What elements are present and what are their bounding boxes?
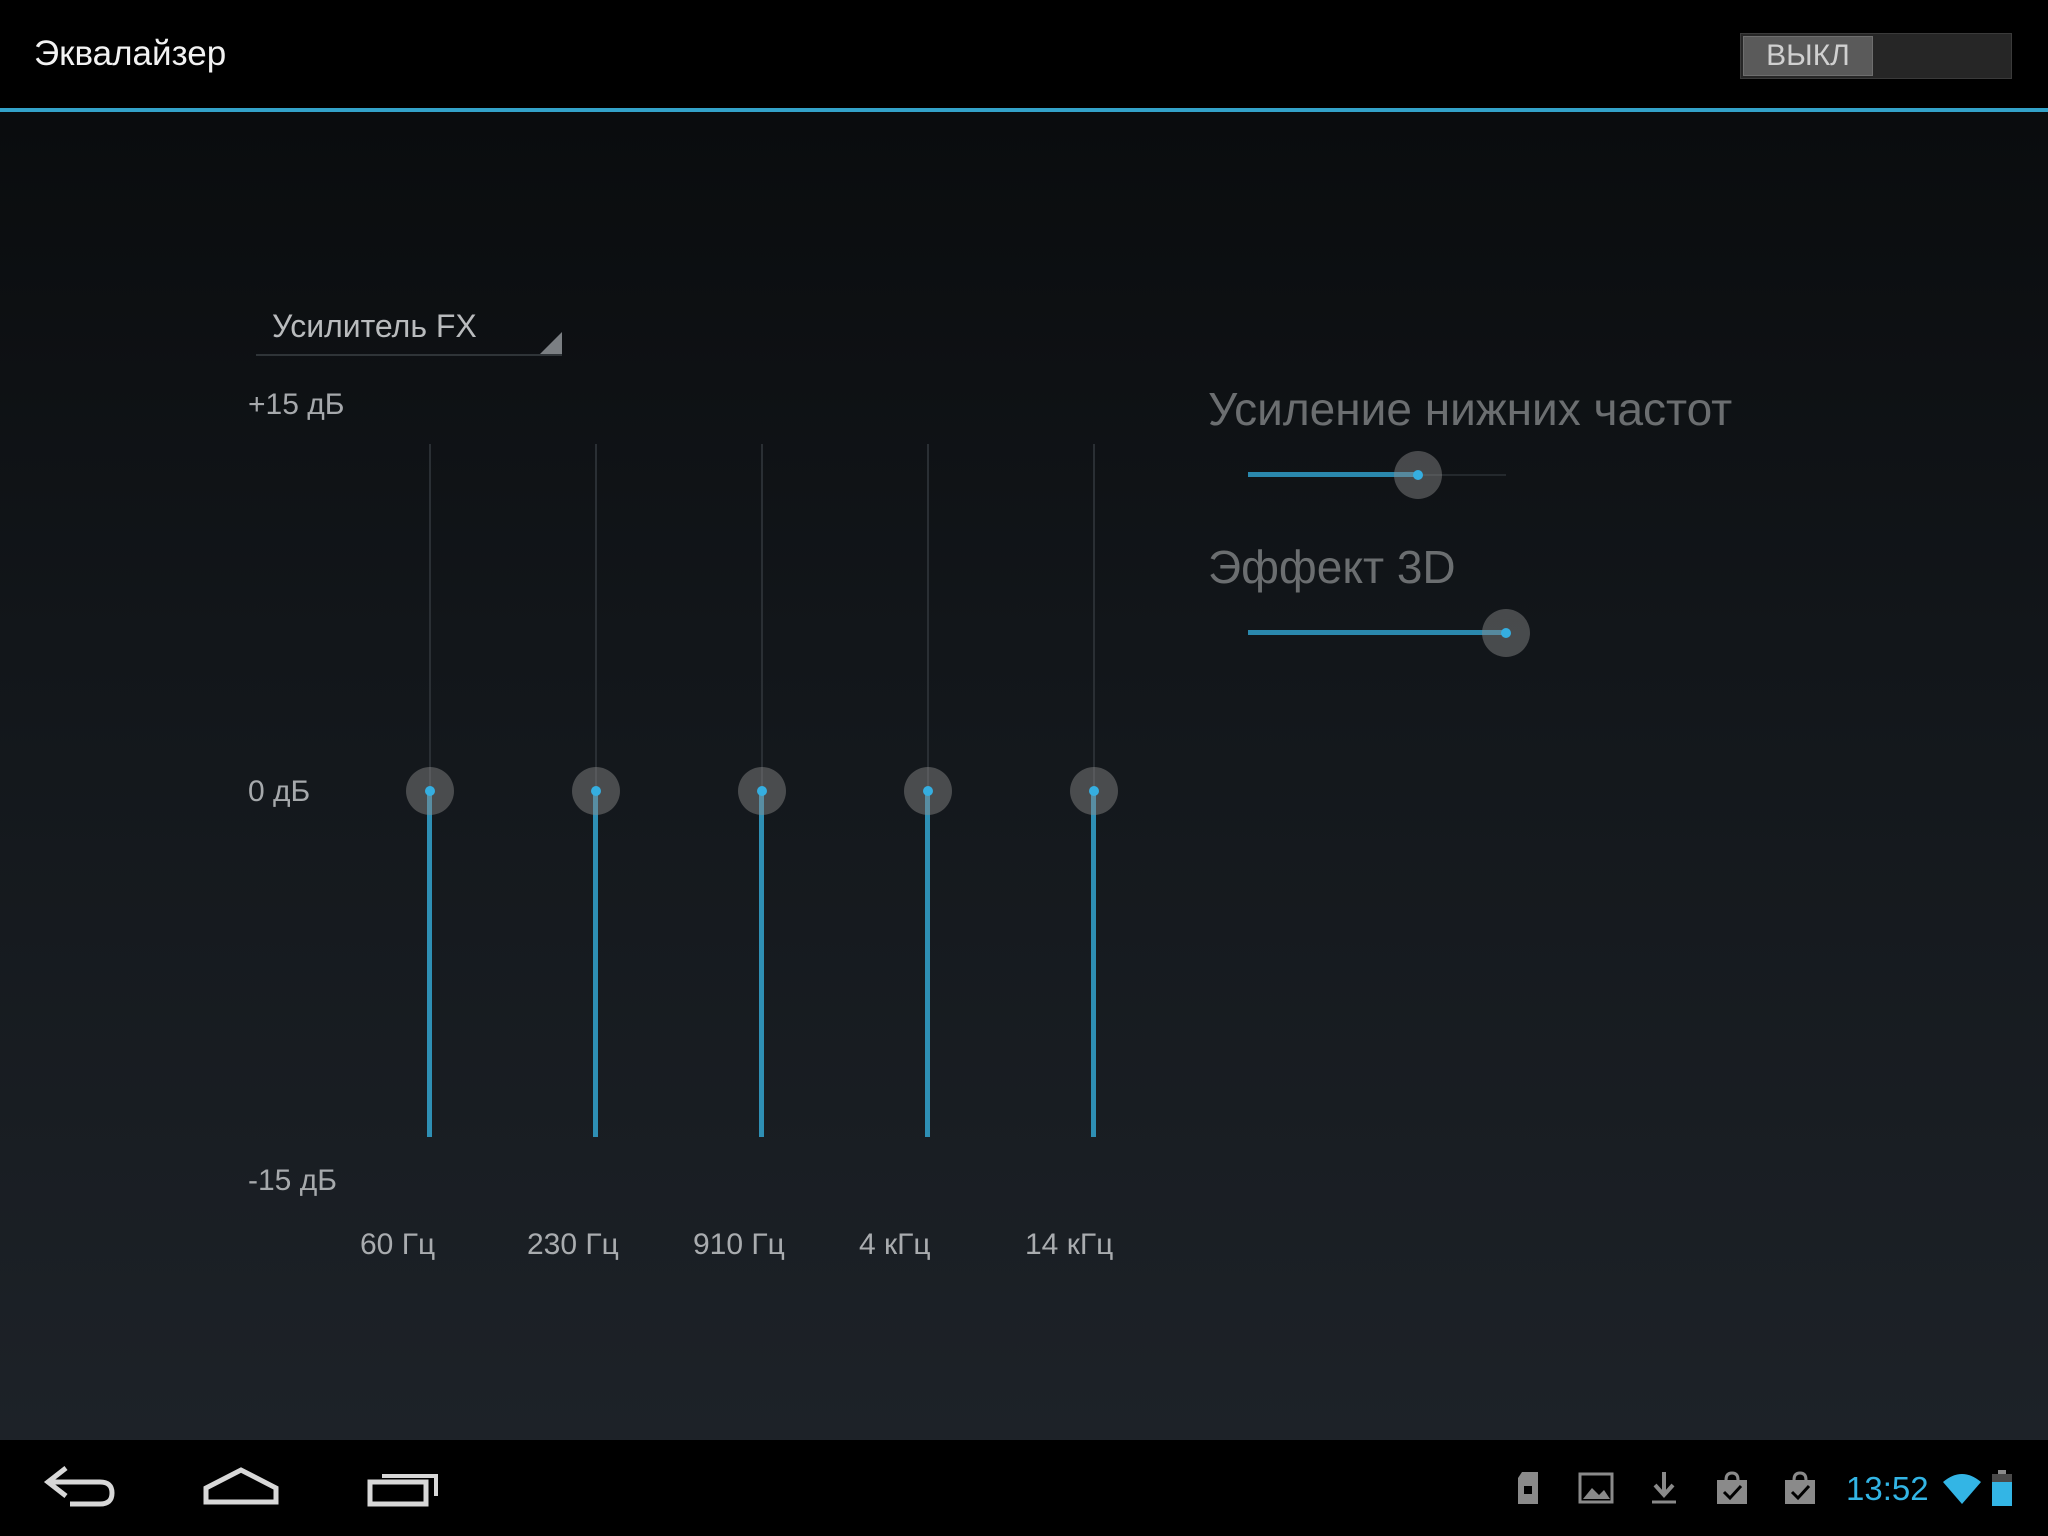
db-max-label: +15 дБ xyxy=(248,388,345,421)
dropdown-corner-icon xyxy=(540,332,562,354)
virtualizer-title: Эффект 3D xyxy=(1208,541,1456,593)
eq-band-frequency-label: 14 кГц xyxy=(1025,1228,1114,1261)
bass-boost-fill xyxy=(1248,472,1419,477)
wifi-icon[interactable] xyxy=(1942,1468,1982,1508)
gallery-icon[interactable] xyxy=(1576,1468,1616,1508)
play-store-update-icon[interactable] xyxy=(1780,1468,1820,1508)
eq-band-thumb[interactable] xyxy=(738,766,786,815)
eq-band-thumb[interactable] xyxy=(406,766,454,815)
back-icon xyxy=(43,1466,115,1507)
eq-band-frequency-label: 4 кГц xyxy=(859,1228,931,1261)
download-icon[interactable] xyxy=(1644,1468,1684,1508)
home-button[interactable] xyxy=(196,1458,286,1518)
eq-band-frequency-label: 60 Гц xyxy=(360,1228,436,1261)
eq-band-slider[interactable] xyxy=(1064,444,1124,1274)
eq-band-slider[interactable] xyxy=(566,444,626,1274)
preset-dropdown[interactable]: Усилитель FX xyxy=(256,308,562,356)
eq-band-fill xyxy=(427,790,432,1137)
eq-band-frequency-label: 910 Гц xyxy=(693,1228,785,1261)
virtualizer-fill xyxy=(1248,630,1506,635)
bass-boost-thumb[interactable] xyxy=(1394,451,1443,499)
play-store-update-icon[interactable] xyxy=(1712,1468,1752,1508)
eq-band-slider[interactable] xyxy=(898,444,958,1274)
db-mid-label: 0 дБ xyxy=(248,775,311,808)
preset-label: Усилитель FX xyxy=(272,308,477,344)
recent-apps-icon xyxy=(367,1474,438,1507)
battery-icon[interactable] xyxy=(1990,1468,2014,1508)
eq-band-fill xyxy=(1091,790,1096,1137)
back-button[interactable] xyxy=(36,1458,126,1518)
bass-boost-slider[interactable] xyxy=(1248,445,1516,505)
virtualizer-thumb[interactable] xyxy=(1482,609,1530,657)
virtualizer-slider[interactable] xyxy=(1248,603,1530,663)
eq-band-thumb[interactable] xyxy=(1070,766,1118,815)
bass-boost-title: Усиление нижних частот xyxy=(1208,383,1733,435)
system-bar: 13:52 xyxy=(0,1440,2048,1536)
eq-band-thumb[interactable] xyxy=(572,766,620,815)
power-toggle-label: ВЫКЛ xyxy=(1743,36,1873,76)
eq-band-slider[interactable] xyxy=(400,444,460,1274)
recent-apps-button[interactable] xyxy=(362,1458,452,1518)
eq-band-slider[interactable] xyxy=(732,444,792,1274)
power-toggle[interactable]: ВЫКЛ xyxy=(1740,33,2012,79)
sd-card-icon[interactable] xyxy=(1508,1468,1548,1508)
eq-band-fill xyxy=(759,790,764,1137)
clock[interactable]: 13:52 xyxy=(1846,1470,1929,1508)
eq-band-fill xyxy=(925,790,930,1137)
equalizer-panel: Усилитель FX +15 дБ 0 дБ -15 дБ 60 Гц 23… xyxy=(0,112,2048,1440)
db-min-label: -15 дБ xyxy=(248,1164,337,1197)
action-bar: Эквалайзер ВЫКЛ xyxy=(0,0,2048,112)
home-icon xyxy=(203,1467,279,1505)
eq-band-thumb[interactable] xyxy=(904,766,952,815)
eq-band-fill xyxy=(593,790,598,1137)
eq-band-frequency-label: 230 Гц xyxy=(527,1228,619,1261)
app-title: Эквалайзер xyxy=(34,34,227,73)
